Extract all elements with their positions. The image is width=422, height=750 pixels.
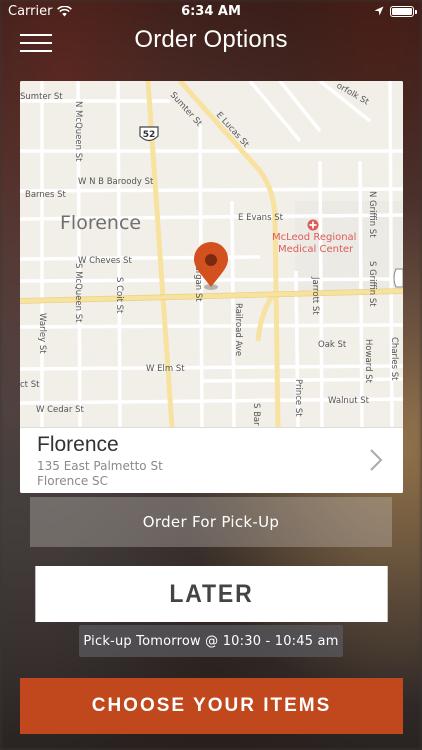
map-hospital-label-line2: Medical Center <box>278 244 354 255</box>
street-label: Railroad Ave <box>233 303 243 356</box>
street-label: S Coit St <box>114 277 124 314</box>
navigation-bar: Order Options <box>0 22 422 62</box>
street-label: Sumter St <box>20 92 63 102</box>
battery-icon <box>390 5 417 17</box>
route-shield-label: 52 <box>143 130 156 140</box>
street-label: Prince St <box>293 379 303 417</box>
choose-your-items-button[interactable]: CHOOSE YOUR ITEMS <box>20 678 403 734</box>
location-address-line1: 135 East Palmetto St <box>37 459 163 473</box>
status-bar: Carrier 6:34 AM <box>0 0 422 22</box>
pickup-time-label[interactable]: Pick-up Tomorrow @ 10:30 - 10:45 am <box>79 625 343 657</box>
order-for-pickup-button[interactable]: Order For Pick-Up <box>30 497 392 547</box>
street-label: Oak St <box>318 340 347 350</box>
street-label: S Bar <box>251 403 261 426</box>
status-time: 6:34 AM <box>181 3 241 19</box>
map-city-label: Florence <box>60 212 141 234</box>
street-label: W Elm St <box>146 364 185 374</box>
location-address-line2: Florence SC <box>37 474 109 488</box>
battery-fill <box>392 7 412 15</box>
street-label: Barnes St <box>25 190 67 200</box>
chevron-right-icon <box>370 449 383 471</box>
street-label: S McQueen St <box>73 263 83 323</box>
street-label: N McQueen St <box>73 101 83 162</box>
street-label: Walnut St <box>328 396 370 406</box>
location-card: 52 Florence McLeod Regional Medical Cent… <box>20 81 403 493</box>
location-name: Florence <box>37 433 119 456</box>
location-row[interactable]: Florence 135 East Palmetto St Florence S… <box>20 427 403 493</box>
page-title: Order Options <box>134 26 288 53</box>
street-label: N Griffin St <box>367 191 377 238</box>
street-label: S Griffin St <box>367 261 377 307</box>
map-view[interactable]: 52 Florence McLeod Regional Medical Cent… <box>20 81 403 427</box>
street-label: Charles St <box>389 337 399 381</box>
street-label: ct St <box>20 380 40 390</box>
later-button[interactable]: LATER <box>35 566 388 622</box>
street-label: W Cheves St <box>78 256 132 266</box>
street-label: Howard St <box>363 339 373 384</box>
street-label: Jarrott St <box>310 276 320 315</box>
street-label: W Cedar St <box>36 405 84 415</box>
street-label: W N B Baroody St <box>78 177 154 187</box>
street-label: E Evans St <box>238 213 284 223</box>
map-hospital-label-line1: McLeod Regional <box>272 232 356 243</box>
street-label: Warley St <box>37 313 47 354</box>
